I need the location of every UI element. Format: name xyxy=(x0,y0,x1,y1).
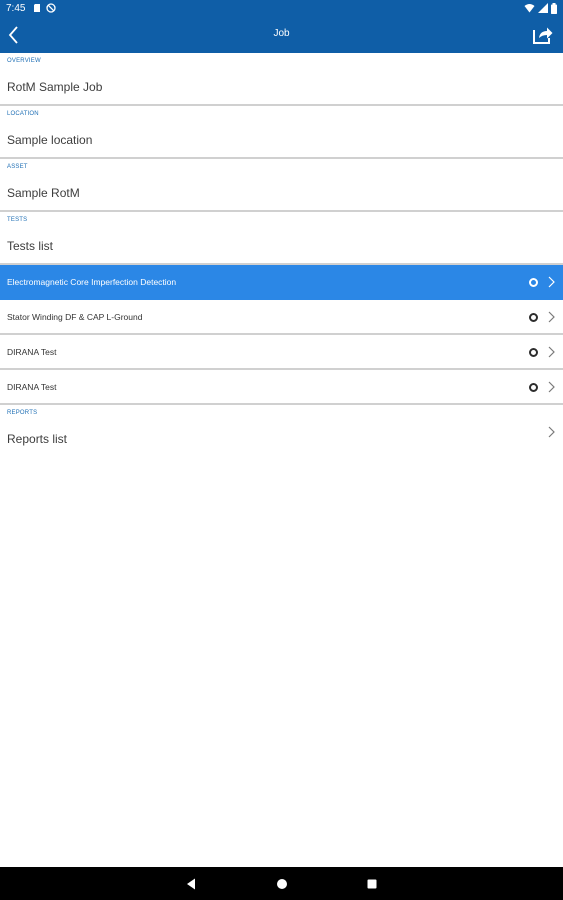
status-icons xyxy=(524,2,557,14)
battery-icon xyxy=(551,2,557,14)
job-details: OVERVIEW RotM Sample Job LOCATION Sample… xyxy=(0,53,563,458)
test-name: Electromagnetic Core Imperfection Detect… xyxy=(7,277,177,287)
reports-list-label: Reports list xyxy=(7,432,68,446)
reports-section[interactable]: REPORTS Reports list xyxy=(0,405,563,458)
location-section: LOCATION Sample location xyxy=(0,106,563,159)
nav-recents-icon[interactable] xyxy=(365,877,379,891)
test-name: DIRANA Test xyxy=(7,347,57,357)
asset-section: ASSET Sample RotM xyxy=(0,159,563,212)
status-time: 7:45 xyxy=(6,3,26,14)
system-nav-bar xyxy=(0,867,563,900)
circle-status-icon xyxy=(529,278,538,287)
overview-caption: OVERVIEW xyxy=(7,58,41,64)
test-row[interactable]: Electromagnetic Core Imperfection Detect… xyxy=(0,265,563,300)
test-row[interactable]: DIRANA Test xyxy=(0,335,563,370)
circle-status-icon xyxy=(529,313,538,322)
do-not-disturb-icon xyxy=(46,3,56,13)
test-name: Stator Winding DF & CAP L-Ground xyxy=(7,312,143,322)
asset-name: Sample RotM xyxy=(7,186,80,200)
share-icon[interactable] xyxy=(531,23,555,47)
cellular-signal-icon xyxy=(538,3,548,13)
location-caption: LOCATION xyxy=(7,111,39,117)
test-row[interactable]: Stator Winding DF & CAP L-Ground xyxy=(0,300,563,335)
asset-caption: ASSET xyxy=(7,164,28,170)
nav-back-icon[interactable] xyxy=(184,877,198,891)
chevron-right-icon xyxy=(548,276,555,288)
chevron-right-icon xyxy=(548,381,555,393)
test-name: DIRANA Test xyxy=(7,382,57,392)
chevron-right-icon xyxy=(548,311,555,323)
app-bar: Job xyxy=(0,17,563,53)
chevron-right-icon xyxy=(548,426,555,438)
location-name: Sample location xyxy=(7,133,93,147)
reports-caption: REPORTS xyxy=(7,410,38,416)
wifi-icon xyxy=(524,4,535,13)
page-title: Job xyxy=(273,28,290,39)
chevron-right-icon xyxy=(548,346,555,358)
overview-section: OVERVIEW RotM Sample Job xyxy=(0,53,563,106)
circle-status-icon xyxy=(529,383,538,392)
sd-card-icon xyxy=(34,4,40,12)
nav-home-icon[interactable] xyxy=(275,877,289,891)
status-bar: 7:45 xyxy=(0,0,563,17)
tests-section: TESTS Tests list xyxy=(0,212,563,265)
tests-caption: TESTS xyxy=(7,217,28,223)
tests-list-label: Tests list xyxy=(7,239,54,253)
job-name: RotM Sample Job xyxy=(7,80,103,94)
test-row[interactable]: DIRANA Test xyxy=(0,370,563,405)
circle-status-icon xyxy=(529,348,538,357)
